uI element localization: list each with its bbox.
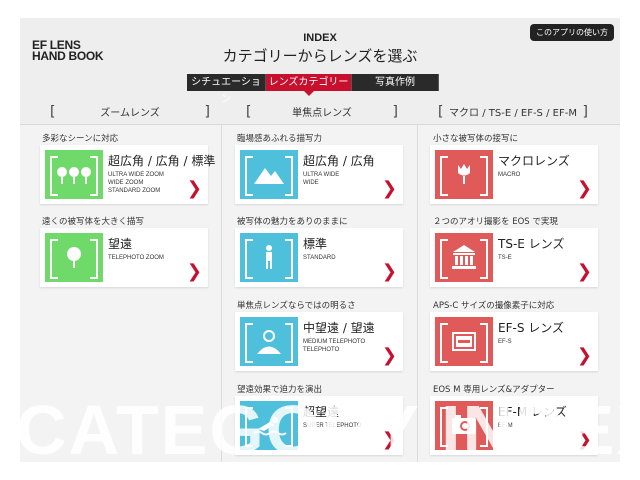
app-window: EF LENS HAND BOOK INDEX カテゴリーからレンズを選ぶ この… [20, 18, 620, 462]
tab-situation[interactable]: シチュエーション [187, 74, 266, 105]
card-title: 超広角 / 広角 [303, 154, 375, 168]
card-title: 標準 [303, 237, 328, 251]
card-subtitle: SUPER TELEPHOTO [303, 423, 362, 429]
column-divider [221, 124, 222, 462]
bracket-right: ] [204, 104, 210, 120]
bracket-right: ] [582, 104, 588, 120]
card-title: 超望遠 [303, 405, 340, 419]
chevron-right-icon: ❯ [576, 178, 592, 199]
building-icon [435, 233, 493, 282]
card-subtitle: ULTRA WIDE WIDE [303, 172, 340, 186]
card-prime-super-tele[interactable]: 超望遠 SUPER TELEPHOTO ❯ [235, 396, 403, 455]
column-header-zoom: [ ズームレンズ ] [50, 104, 210, 122]
tab-bar: シチュエーション レンズカテゴリー 写真作例 [187, 74, 439, 105]
card-efs[interactable]: EF-S レンズ EF-S ❯ [430, 312, 598, 371]
column-title-prime: 単焦点レンズ [292, 108, 352, 119]
section-label: 小さな被写体の接写に [433, 134, 519, 144]
section-label: 多彩なシーンに対応 [42, 134, 119, 144]
card-title: EF-M レンズ [498, 405, 567, 419]
tulip-icon [435, 150, 493, 199]
card-efm[interactable]: EF-M レンズ EF-M ❯ [430, 396, 598, 455]
card-title: TS-E レンズ [498, 237, 565, 251]
section-label: 被写体の魅力をありのままに [237, 217, 348, 227]
chevron-right-icon: ❯ [381, 345, 397, 366]
card-subtitle: EF-M [498, 423, 513, 429]
chevron-right-icon: ❯ [576, 261, 592, 282]
card-subtitle: TELEPHOTO ZOOM [108, 255, 164, 261]
chevron-right-icon: ❯ [576, 429, 592, 450]
apsc-sensor-icon [435, 317, 493, 366]
column-title-special: マクロ / TS-E / EF-S / EF-M [449, 108, 577, 119]
card-title: 望遠 [108, 237, 133, 251]
chevron-right-icon: ❯ [381, 261, 397, 282]
chevron-right-icon: ❯ [381, 178, 397, 199]
card-zoom-tele[interactable]: 望遠 TELEPHOTO ZOOM ❯ [40, 228, 208, 287]
tree-icon [45, 233, 103, 282]
section-label: EOS M 専用レンズ&アダプター [433, 385, 555, 395]
column-header-special: [ マクロ / TS-E / EF-S / EF-M ] [438, 104, 588, 122]
bracket-right: ] [392, 104, 398, 120]
card-subtitle: STANDARD [303, 255, 336, 261]
mountain-icon [240, 150, 298, 199]
tab-photo-examples[interactable]: 写真作例 [352, 74, 439, 91]
card-title: 中望遠 / 望遠 [303, 321, 375, 335]
section-label: ２つのアオリ撮影を EOS で実現 [433, 217, 558, 227]
card-subtitle: TS-E [498, 255, 512, 261]
chevron-right-icon: ❯ [381, 429, 397, 450]
section-label: 望遠効果で迫力を演出 [237, 385, 323, 395]
person-icon [240, 233, 298, 282]
section-label: 臨場感あふれる描写力 [237, 134, 323, 144]
chevron-right-icon: ❯ [576, 345, 592, 366]
column-header-prime: [ 単焦点レンズ ] [246, 104, 398, 122]
page-title-ja: カテゴリーからレンズを選ぶ [222, 47, 418, 65]
portrait-icon [240, 317, 298, 366]
camera-icon [435, 401, 493, 450]
card-title: 超広角 / 広角 / 標準 [108, 154, 216, 168]
card-zoom-wide[interactable]: 超広角 / 広角 / 標準 ULTRA WIDE ZOOM WIDE ZOOM … [40, 145, 215, 204]
chevron-right-icon: ❯ [186, 261, 202, 282]
card-subtitle: ULTRA WIDE ZOOM WIDE ZOOM STANDARD ZOOM [108, 172, 164, 194]
trees-icon [45, 150, 103, 199]
card-subtitle: EF-S [498, 339, 512, 345]
card-title: EF-S レンズ [498, 321, 565, 335]
section-label: 単焦点レンズならではの明るさ [237, 301, 356, 311]
section-label: APS-C サイズの撮像素子に対応 [433, 301, 555, 311]
card-title: マクロレンズ [498, 154, 570, 168]
card-prime-medium-tele[interactable]: 中望遠 / 望遠 MEDIUM TELEPHOTO TELEPHOTO ❯ [235, 312, 403, 371]
card-prime-wide[interactable]: 超広角 / 広角 ULTRA WIDE WIDE ❯ [235, 145, 403, 204]
card-prime-standard[interactable]: 標準 STANDARD ❯ [235, 228, 403, 287]
card-subtitle: MEDIUM TELEPHOTO TELEPHOTO [303, 339, 366, 353]
tab-lens-category[interactable]: レンズカテゴリー [266, 74, 352, 96]
card-macro[interactable]: マクロレンズ MACRO ❯ [430, 145, 598, 204]
column-title-zoom: ズームレンズ [100, 108, 160, 119]
card-subtitle: MACRO [498, 172, 521, 178]
swimmer-icon [240, 401, 298, 450]
section-label: 遠くの被写体を大きく描写 [42, 217, 145, 227]
help-button[interactable]: このアプリの使い方 [530, 24, 614, 41]
header: EF LENS HAND BOOK INDEX カテゴリーからレンズを選ぶ この… [20, 18, 620, 125]
column-divider [417, 124, 418, 462]
chevron-right-icon: ❯ [186, 178, 202, 199]
card-tse[interactable]: TS-E レンズ TS-E ❯ [430, 228, 598, 287]
